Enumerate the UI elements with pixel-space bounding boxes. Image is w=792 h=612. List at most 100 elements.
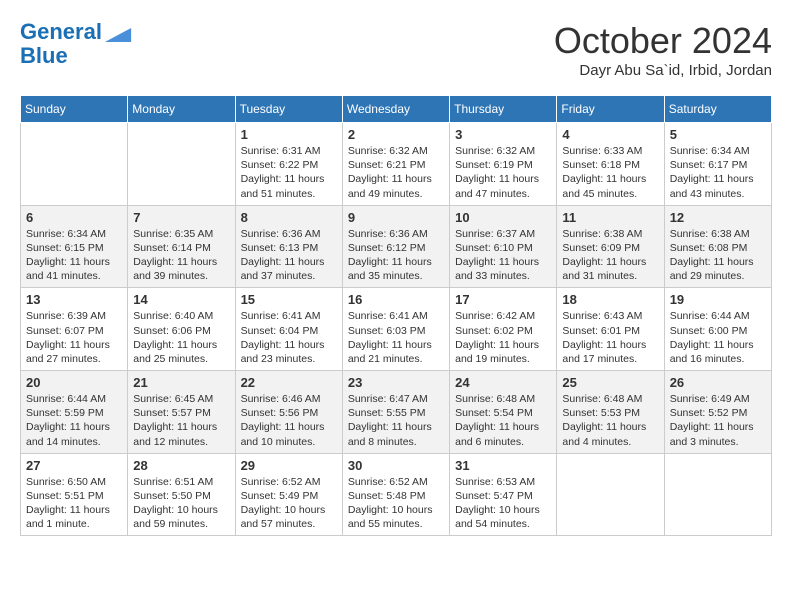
calendar-cell: 2 Sunrise: 6:32 AM Sunset: 6:21 PM Daylig… — [342, 123, 449, 206]
day-number: 28 — [133, 458, 229, 473]
day-info: Sunrise: 6:34 AM Sunset: 6:15 PM Dayligh… — [26, 227, 122, 284]
day-number: 30 — [348, 458, 444, 473]
day-number: 22 — [241, 375, 337, 390]
calendar-table: SundayMondayTuesdayWednesdayThursdayFrid… — [20, 95, 772, 536]
calendar-cell — [128, 123, 235, 206]
day-info: Sunrise: 6:33 AM Sunset: 6:18 PM Dayligh… — [562, 144, 658, 201]
calendar-cell: 7 Sunrise: 6:35 AM Sunset: 6:14 PM Daylig… — [128, 205, 235, 288]
day-info: Sunrise: 6:47 AM Sunset: 5:55 PM Dayligh… — [348, 392, 444, 449]
day-number: 31 — [455, 458, 551, 473]
calendar-cell: 18 Sunrise: 6:43 AM Sunset: 6:01 PM Dayli… — [557, 288, 664, 371]
weekday-header-tuesday: Tuesday — [235, 96, 342, 123]
calendar-cell: 19 Sunrise: 6:44 AM Sunset: 6:00 PM Dayli… — [664, 288, 771, 371]
day-info: Sunrise: 6:45 AM Sunset: 5:57 PM Dayligh… — [133, 392, 229, 449]
weekday-header-sunday: Sunday — [21, 96, 128, 123]
weekday-header-monday: Monday — [128, 96, 235, 123]
day-number: 24 — [455, 375, 551, 390]
day-number: 29 — [241, 458, 337, 473]
calendar-cell — [21, 123, 128, 206]
calendar-cell: 21 Sunrise: 6:45 AM Sunset: 5:57 PM Dayli… — [128, 371, 235, 454]
day-info: Sunrise: 6:44 AM Sunset: 5:59 PM Dayligh… — [26, 392, 122, 449]
calendar-cell: 8 Sunrise: 6:36 AM Sunset: 6:13 PM Daylig… — [235, 205, 342, 288]
day-info: Sunrise: 6:48 AM Sunset: 5:54 PM Dayligh… — [455, 392, 551, 449]
day-info: Sunrise: 6:31 AM Sunset: 6:22 PM Dayligh… — [241, 144, 337, 201]
calendar-cell: 27 Sunrise: 6:50 AM Sunset: 5:51 PM Dayli… — [21, 453, 128, 536]
calendar-cell: 16Sunrise: 6:41 AM Sunset: 6:03 PM Dayli… — [342, 288, 449, 371]
day-info: Sunrise: 6:34 AM Sunset: 6:17 PM Dayligh… — [670, 144, 766, 201]
calendar-cell — [664, 453, 771, 536]
day-info: Sunrise: 6:51 AM Sunset: 5:50 PM Dayligh… — [133, 475, 229, 532]
calendar-cell: 13Sunrise: 6:39 AM Sunset: 6:07 PM Dayli… — [21, 288, 128, 371]
calendar-cell: 29 Sunrise: 6:52 AM Sunset: 5:49 PM Dayli… — [235, 453, 342, 536]
calendar-cell: 28 Sunrise: 6:51 AM Sunset: 5:50 PM Dayli… — [128, 453, 235, 536]
page-header: GeneralBlue October 2024 Dayr Abu Sa`id,… — [20, 20, 772, 79]
day-info: Sunrise: 6:38 AM Sunset: 6:09 PM Dayligh… — [562, 227, 658, 284]
day-number: 11 — [562, 210, 658, 225]
day-number: 5 — [670, 127, 766, 142]
day-info: Sunrise: 6:48 AM Sunset: 5:53 PM Dayligh… — [562, 392, 658, 449]
calendar-cell: 20 Sunrise: 6:44 AM Sunset: 5:59 PM Dayli… — [21, 371, 128, 454]
day-number: 21 — [133, 375, 229, 390]
calendar-cell: 4 Sunrise: 6:33 AM Sunset: 6:18 PM Daylig… — [557, 123, 664, 206]
weekday-header-friday: Friday — [557, 96, 664, 123]
day-number: 14 — [133, 292, 229, 307]
day-info: Sunrise: 6:52 AM Sunset: 5:48 PM Dayligh… — [348, 475, 444, 532]
calendar-cell: 1 Sunrise: 6:31 AM Sunset: 6:22 PM Daylig… — [235, 123, 342, 206]
calendar-cell: 10Sunrise: 6:37 AM Sunset: 6:10 PM Dayli… — [450, 205, 557, 288]
calendar-cell: 26Sunrise: 6:49 AM Sunset: 5:52 PM Dayli… — [664, 371, 771, 454]
calendar-cell — [557, 453, 664, 536]
day-number: 6 — [26, 210, 122, 225]
day-info: Sunrise: 6:42 AM Sunset: 6:02 PM Dayligh… — [455, 309, 551, 366]
calendar-cell: 3 Sunrise: 6:32 AM Sunset: 6:19 PM Daylig… — [450, 123, 557, 206]
month-title: October 2024 — [554, 20, 772, 62]
calendar-cell: 5 Sunrise: 6:34 AM Sunset: 6:17 PM Daylig… — [664, 123, 771, 206]
day-info: Sunrise: 6:46 AM Sunset: 5:56 PM Dayligh… — [241, 392, 337, 449]
logo: GeneralBlue — [20, 20, 132, 68]
day-number: 18 — [562, 292, 658, 307]
logo-text: GeneralBlue — [20, 20, 102, 68]
day-info: Sunrise: 6:44 AM Sunset: 6:00 PM Dayligh… — [670, 309, 766, 366]
day-info: Sunrise: 6:41 AM Sunset: 6:04 PM Dayligh… — [241, 309, 337, 366]
location: Dayr Abu Sa`id, Irbid, Jordan — [554, 62, 772, 79]
day-number: 2 — [348, 127, 444, 142]
weekday-header-wednesday: Wednesday — [342, 96, 449, 123]
day-info: Sunrise: 6:41 AM Sunset: 6:03 PM Dayligh… — [348, 309, 444, 366]
day-number: 13 — [26, 292, 122, 307]
day-info: Sunrise: 6:32 AM Sunset: 6:21 PM Dayligh… — [348, 144, 444, 201]
calendar-cell: 12 Sunrise: 6:38 AM Sunset: 6:08 PM Dayli… — [664, 205, 771, 288]
day-number: 4 — [562, 127, 658, 142]
day-number: 3 — [455, 127, 551, 142]
day-number: 17 — [455, 292, 551, 307]
day-number: 10 — [455, 210, 551, 225]
day-info: Sunrise: 6:40 AM Sunset: 6:06 PM Dayligh… — [133, 309, 229, 366]
calendar-cell: 15Sunrise: 6:41 AM Sunset: 6:04 PM Dayli… — [235, 288, 342, 371]
weekday-header-thursday: Thursday — [450, 96, 557, 123]
day-info: Sunrise: 6:36 AM Sunset: 6:13 PM Dayligh… — [241, 227, 337, 284]
day-number: 27 — [26, 458, 122, 473]
calendar-cell: 11 Sunrise: 6:38 AM Sunset: 6:09 PM Dayli… — [557, 205, 664, 288]
calendar-cell: 31Sunrise: 6:53 AM Sunset: 5:47 PM Dayli… — [450, 453, 557, 536]
calendar-cell: 6 Sunrise: 6:34 AM Sunset: 6:15 PM Daylig… — [21, 205, 128, 288]
calendar-cell: 25 Sunrise: 6:48 AM Sunset: 5:53 PM Dayli… — [557, 371, 664, 454]
day-number: 20 — [26, 375, 122, 390]
day-number: 7 — [133, 210, 229, 225]
day-info: Sunrise: 6:52 AM Sunset: 5:49 PM Dayligh… — [241, 475, 337, 532]
calendar-cell: 17 Sunrise: 6:42 AM Sunset: 6:02 PM Dayli… — [450, 288, 557, 371]
day-info: Sunrise: 6:38 AM Sunset: 6:08 PM Dayligh… — [670, 227, 766, 284]
day-info: Sunrise: 6:35 AM Sunset: 6:14 PM Dayligh… — [133, 227, 229, 284]
day-number: 1 — [241, 127, 337, 142]
calendar-cell: 23Sunrise: 6:47 AM Sunset: 5:55 PM Dayli… — [342, 371, 449, 454]
day-number: 8 — [241, 210, 337, 225]
weekday-header-saturday: Saturday — [664, 96, 771, 123]
calendar-cell: 22 Sunrise: 6:46 AM Sunset: 5:56 PM Dayli… — [235, 371, 342, 454]
logo-icon — [104, 28, 132, 42]
day-number: 25 — [562, 375, 658, 390]
day-info: Sunrise: 6:36 AM Sunset: 6:12 PM Dayligh… — [348, 227, 444, 284]
calendar-cell: 24 Sunrise: 6:48 AM Sunset: 5:54 PM Dayli… — [450, 371, 557, 454]
day-number: 19 — [670, 292, 766, 307]
day-number: 12 — [670, 210, 766, 225]
day-info: Sunrise: 6:32 AM Sunset: 6:19 PM Dayligh… — [455, 144, 551, 201]
day-info: Sunrise: 6:43 AM Sunset: 6:01 PM Dayligh… — [562, 309, 658, 366]
day-info: Sunrise: 6:50 AM Sunset: 5:51 PM Dayligh… — [26, 475, 122, 532]
day-number: 9 — [348, 210, 444, 225]
